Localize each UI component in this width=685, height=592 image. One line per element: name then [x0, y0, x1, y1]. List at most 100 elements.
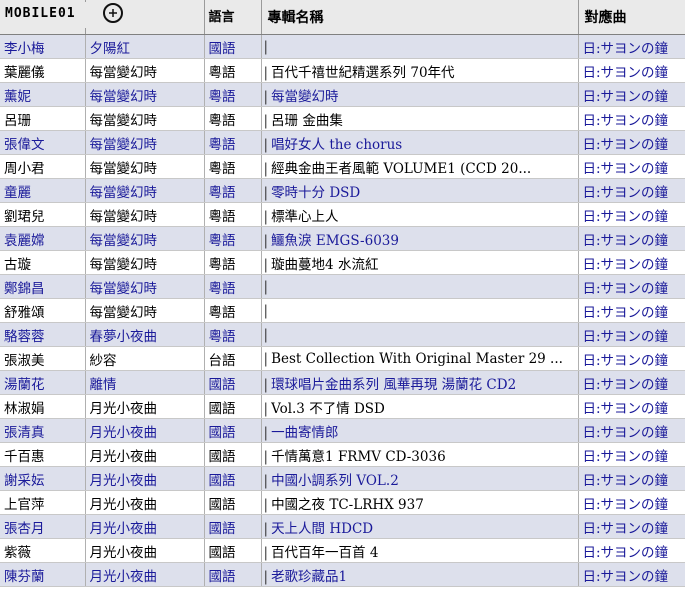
cell-match[interactable]: 日:サヨンの鐘: [578, 106, 685, 131]
table-row[interactable]: 林淑娟 月光小夜曲 國語 | Vol.3 不了情 DSD 日:サヨンの鐘: [0, 394, 685, 419]
cell-match[interactable]: 日:サヨンの鐘: [578, 130, 685, 155]
cell-singer[interactable]: 湯蘭花: [0, 370, 86, 395]
cell-album[interactable]: | 呂珊 金曲集: [261, 106, 579, 131]
cell-album[interactable]: | 唱好女人 the chorus: [261, 130, 579, 155]
cell-language[interactable]: 國語: [204, 370, 262, 395]
table-row[interactable]: 舒雅頌 每當變幻時 粵語 | 日:サヨンの鐘: [0, 298, 685, 323]
cell-match[interactable]: 日:サヨンの鐘: [578, 250, 685, 275]
cell-singer[interactable]: 呂珊: [0, 106, 86, 131]
cell-language[interactable]: 國語: [204, 466, 262, 491]
cell-language[interactable]: 粵語: [204, 202, 262, 227]
cell-match[interactable]: 日:サヨンの鐘: [578, 82, 685, 107]
cell-match[interactable]: 日:サヨンの鐘: [578, 298, 685, 323]
cell-album[interactable]: | 零時十分 DSD: [261, 178, 579, 203]
cell-language[interactable]: 國語: [204, 34, 262, 59]
cell-lyricist[interactable]: 月光小夜曲: [85, 442, 205, 467]
column-header-match[interactable]: 對應曲: [578, 0, 685, 35]
cell-match[interactable]: 日:サヨンの鐘: [578, 58, 685, 83]
cell-singer[interactable]: 張淑美: [0, 346, 86, 371]
cell-language[interactable]: 台語: [204, 346, 262, 371]
cell-match[interactable]: 日:サヨンの鐘: [578, 466, 685, 491]
cell-language[interactable]: 國語: [204, 394, 262, 419]
cell-album[interactable]: |: [261, 322, 579, 347]
cell-language[interactable]: 國語: [204, 514, 262, 539]
cell-album[interactable]: | 鱷魚淚 EMGS-6039: [261, 226, 579, 251]
cell-singer[interactable]: 謝采妘: [0, 466, 86, 491]
column-header-language[interactable]: 語言: [204, 0, 262, 35]
cell-singer[interactable]: 葉麗儀: [0, 58, 86, 83]
cell-singer[interactable]: 舒雅頌: [0, 298, 86, 323]
cell-lyricist[interactable]: 月光小夜曲: [85, 394, 205, 419]
cell-lyricist[interactable]: 每當變幻時: [85, 226, 205, 251]
cell-language[interactable]: 粵語: [204, 250, 262, 275]
cell-album[interactable]: | Best Collection With Original Master 29…: [261, 346, 579, 371]
cell-album[interactable]: | 百代百年一百首 4: [261, 538, 579, 563]
table-row[interactable]: 陳芬蘭 月光小夜曲 國語 | 老歌珍藏品1 日:サヨンの鐘: [0, 562, 685, 587]
cell-album[interactable]: | 每當變幻時: [261, 82, 579, 107]
column-header-album[interactable]: 專輯名稱: [261, 0, 579, 35]
cell-singer[interactable]: 張杏月: [0, 514, 86, 539]
cell-singer[interactable]: 上官萍: [0, 490, 86, 515]
cell-match[interactable]: 日:サヨンの鐘: [578, 346, 685, 371]
cell-match[interactable]: 日:サヨンの鐘: [578, 370, 685, 395]
cell-lyricist[interactable]: 每當變幻時: [85, 274, 205, 299]
cell-match[interactable]: 日:サヨンの鐘: [578, 562, 685, 587]
cell-album[interactable]: | 中國小調系列 VOL.2: [261, 466, 579, 491]
cell-lyricist[interactable]: 紗容: [85, 346, 205, 371]
cell-match[interactable]: 日:サヨンの鐘: [578, 226, 685, 251]
table-row[interactable]: 李小梅 夕陽紅 國語 | 日:サヨンの鐘: [0, 34, 685, 59]
table-row[interactable]: 紫薇 月光小夜曲 國語 | 百代百年一百首 4 日:サヨンの鐘: [0, 538, 685, 563]
cell-match[interactable]: 日:サヨンの鐘: [578, 34, 685, 59]
cell-lyricist[interactable]: 每當變幻時: [85, 250, 205, 275]
cell-match[interactable]: 日:サヨンの鐘: [578, 274, 685, 299]
table-row[interactable]: 張杏月 月光小夜曲 國語 | 天上人間 HDCD 日:サヨンの鐘: [0, 514, 685, 539]
cell-match[interactable]: 日:サヨンの鐘: [578, 202, 685, 227]
cell-album[interactable]: | 標準心上人: [261, 202, 579, 227]
cell-language[interactable]: 粵語: [204, 322, 262, 347]
cell-language[interactable]: 粵語: [204, 82, 262, 107]
table-row[interactable]: 呂珊 每當變幻時 粵語 | 呂珊 金曲集 日:サヨンの鐘: [0, 106, 685, 131]
cell-language[interactable]: 國語: [204, 418, 262, 443]
cell-singer[interactable]: 駱蓉蓉: [0, 322, 86, 347]
cell-language[interactable]: 粵語: [204, 58, 262, 83]
cell-lyricist[interactable]: 每當變幻時: [85, 82, 205, 107]
cell-singer[interactable]: 紫薇: [0, 538, 86, 563]
table-row[interactable]: 薰妮 每當變幻時 粵語 | 每當變幻時 日:サヨンの鐘: [0, 82, 685, 107]
cell-match[interactable]: 日:サヨンの鐘: [578, 322, 685, 347]
cell-match[interactable]: 日:サヨンの鐘: [578, 178, 685, 203]
cell-language[interactable]: 粵語: [204, 178, 262, 203]
cell-lyricist[interactable]: 每當變幻時: [85, 298, 205, 323]
cell-album[interactable]: | 百代千禧世紀精選系列 70年代: [261, 58, 579, 83]
cell-language[interactable]: 粵語: [204, 106, 262, 131]
cell-album[interactable]: | 璇曲蔓地4 水流紅: [261, 250, 579, 275]
cell-singer[interactable]: 張清真: [0, 418, 86, 443]
cell-match[interactable]: 日:サヨンの鐘: [578, 394, 685, 419]
table-row[interactable]: 上官萍 月光小夜曲 國語 | 中國之夜 TC-LRHX 937 日:サヨンの鐘: [0, 490, 685, 515]
cell-album[interactable]: | 一曲寄情郎: [261, 418, 579, 443]
cell-singer[interactable]: 鄭錦昌: [0, 274, 86, 299]
cell-singer[interactable]: 林淑娟: [0, 394, 86, 419]
cell-album[interactable]: | 老歌珍藏品1: [261, 562, 579, 587]
cell-singer[interactable]: 張偉文: [0, 130, 86, 155]
cell-lyricist[interactable]: 月光小夜曲: [85, 466, 205, 491]
table-row[interactable]: 駱蓉蓉 春夢小夜曲 粵語 | 日:サヨンの鐘: [0, 322, 685, 347]
table-row[interactable]: 鄭錦昌 每當變幻時 粵語 | 日:サヨンの鐘: [0, 274, 685, 299]
table-row[interactable]: 張清真 月光小夜曲 國語 | 一曲寄情郎 日:サヨンの鐘: [0, 418, 685, 443]
cell-lyricist[interactable]: 夕陽紅: [85, 34, 205, 59]
cell-match[interactable]: 日:サヨンの鐘: [578, 514, 685, 539]
cell-singer[interactable]: 陳芬蘭: [0, 562, 86, 587]
cell-lyricist[interactable]: 每當變幻時: [85, 178, 205, 203]
cell-album[interactable]: | 中國之夜 TC-LRHX 937: [261, 490, 579, 515]
table-row[interactable]: 葉麗儀 每當變幻時 粵語 | 百代千禧世紀精選系列 70年代 日:サヨンの鐘: [0, 58, 685, 83]
cell-language[interactable]: 粵語: [204, 154, 262, 179]
cell-match[interactable]: 日:サヨンの鐘: [578, 442, 685, 467]
cell-album[interactable]: | 天上人間 HDCD: [261, 514, 579, 539]
cell-language[interactable]: 國語: [204, 562, 262, 587]
cell-album[interactable]: |: [261, 34, 579, 59]
cell-album[interactable]: |: [261, 274, 579, 299]
table-row[interactable]: 張淑美 紗容 台語 | Best Collection With Original Ma…: [0, 346, 685, 371]
table-row[interactable]: 袁麗嫦 每當變幻時 粵語 | 鱷魚淚 EMGS-6039 日:サヨンの鐘: [0, 226, 685, 251]
cell-language[interactable]: 國語: [204, 442, 262, 467]
cell-match[interactable]: 日:サヨンの鐘: [578, 538, 685, 563]
cell-lyricist[interactable]: 每當變幻時: [85, 154, 205, 179]
